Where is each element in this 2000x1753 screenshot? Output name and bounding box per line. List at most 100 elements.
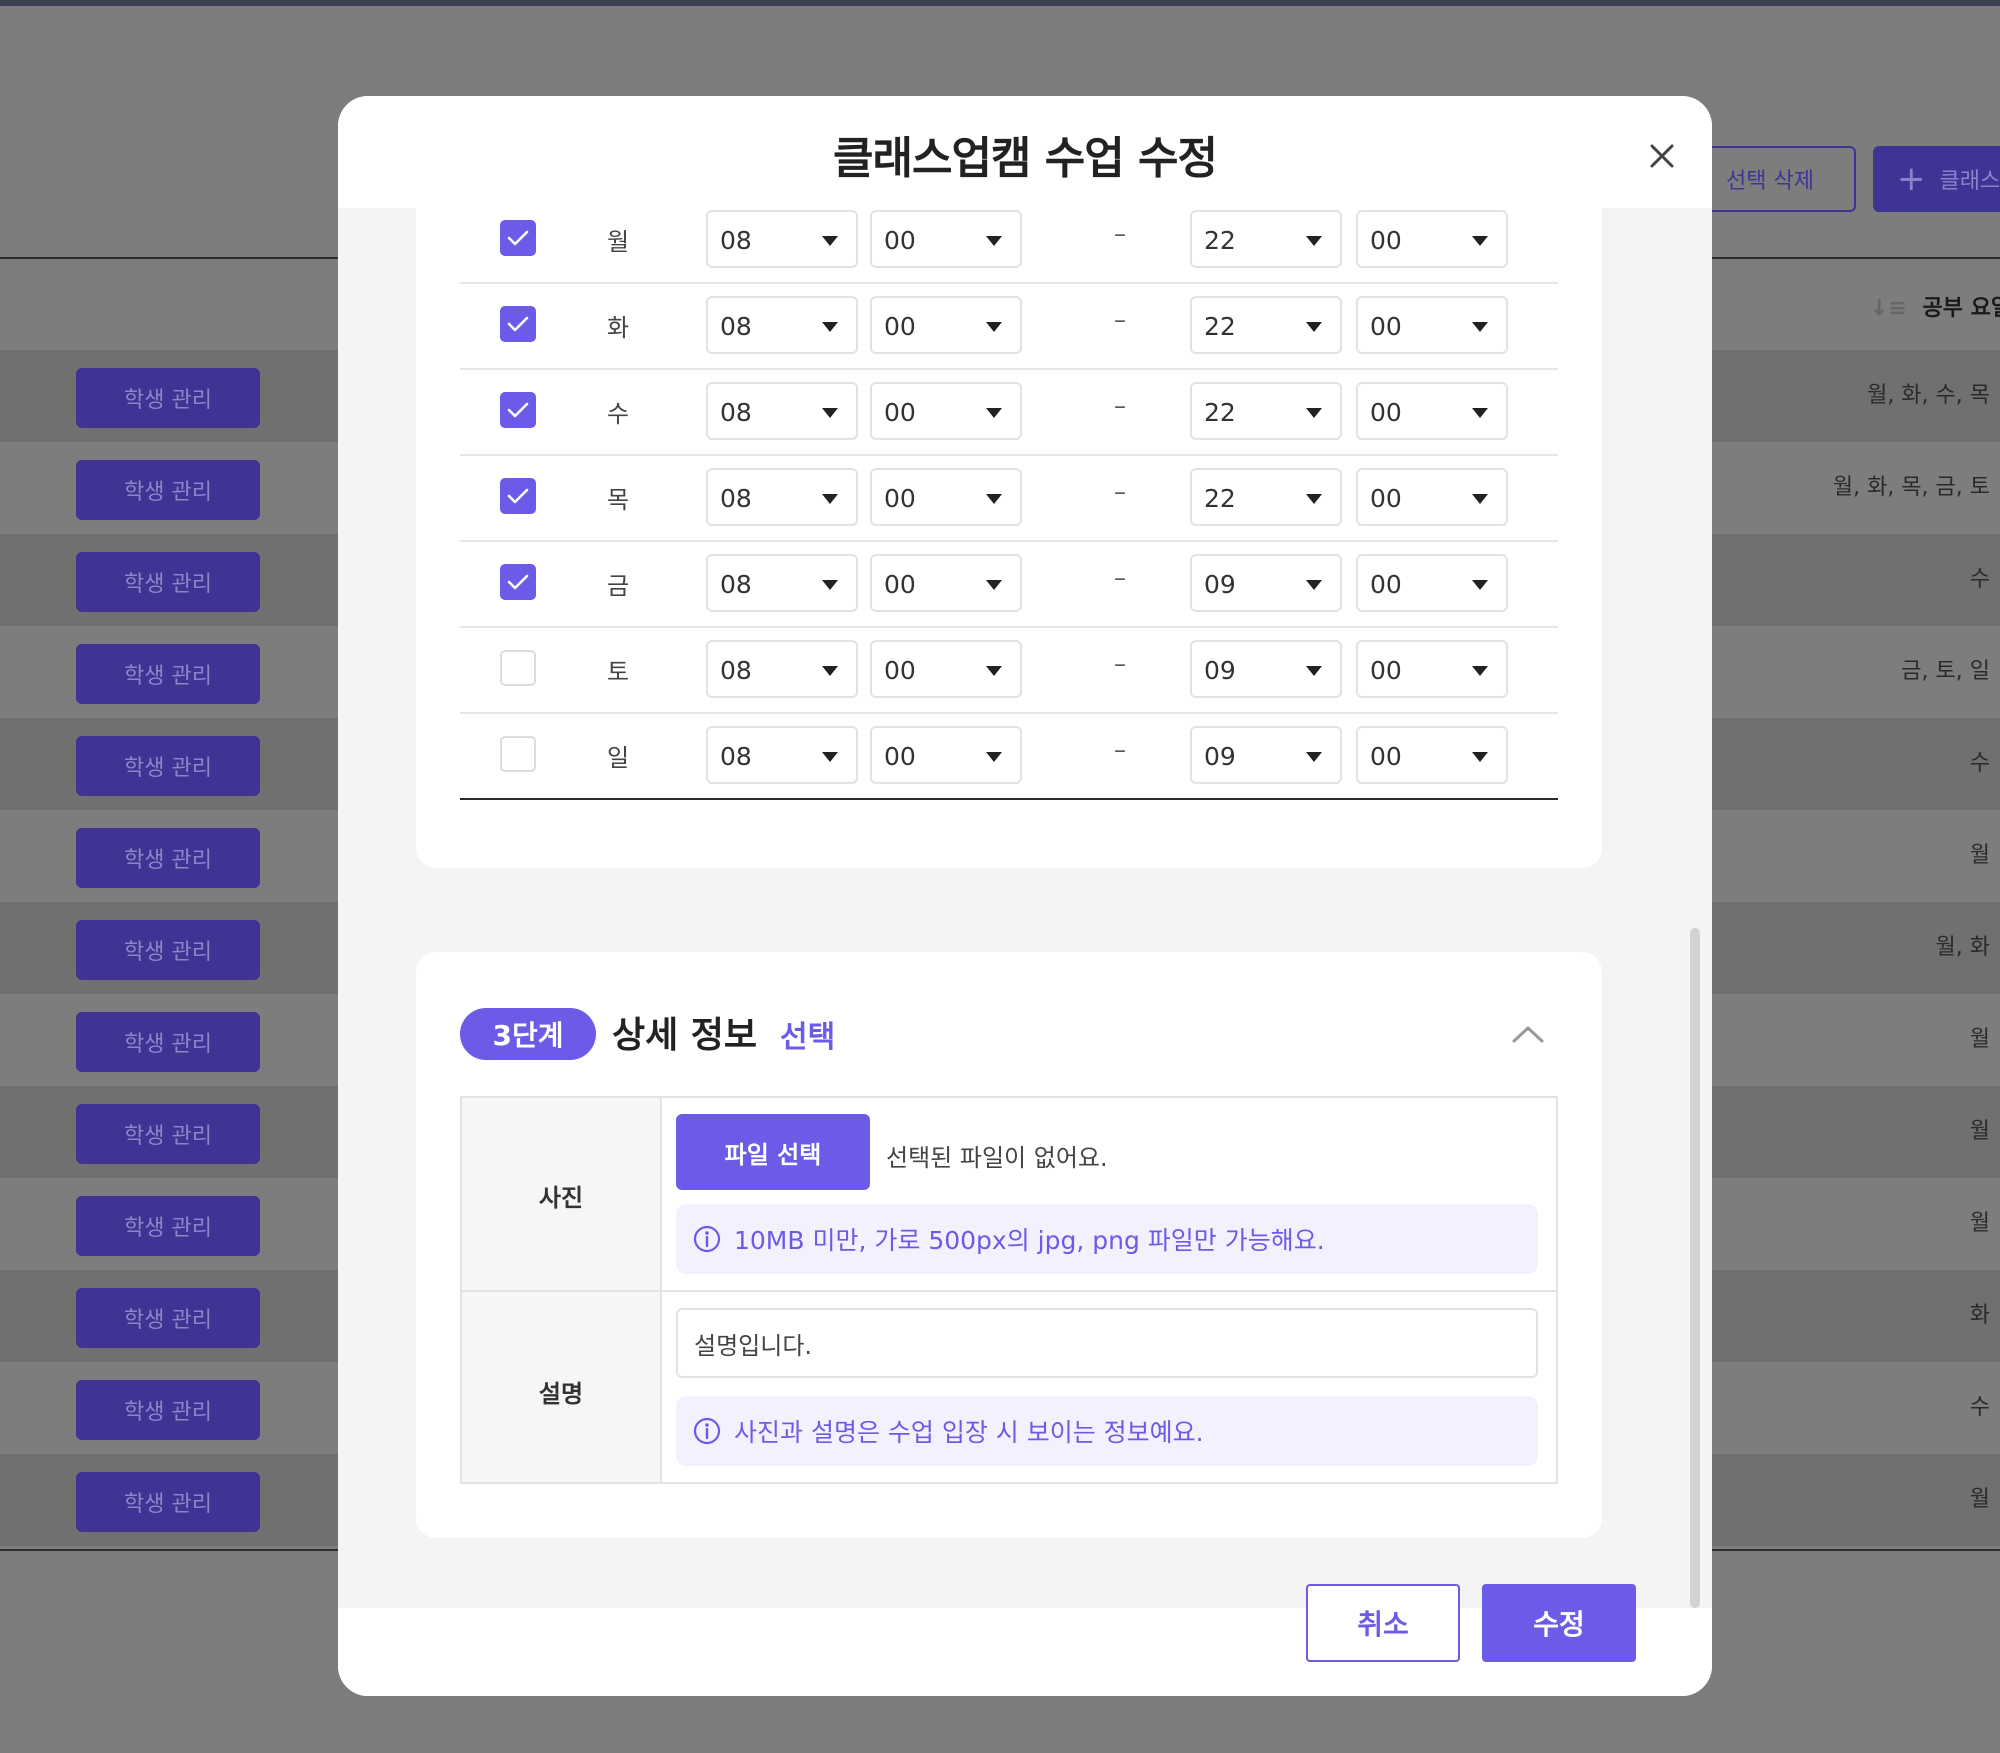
bg-sort-header[interactable]: ↓≡ 공부 요일: [1870, 290, 2000, 322]
modal-title: 클래스업캠 수업 수정: [833, 133, 1218, 184]
bg-manage-students-button[interactable]: 학생 관리: [76, 460, 260, 520]
file-status-text: 선택된 파일이 없어요.: [886, 1144, 1108, 1172]
caret-down-icon: [822, 580, 838, 590]
bg-manage-students-button[interactable]: 학생 관리: [76, 644, 260, 704]
start-hour-select-value: 08: [720, 656, 752, 685]
description-input[interactable]: [676, 1308, 1538, 1378]
bg-add-class-button[interactable]: + 클래스: [1873, 146, 2000, 212]
caret-down-icon: [1472, 580, 1488, 590]
caret-down-icon: [986, 408, 1002, 418]
file-select-button[interactable]: 파일 선택: [676, 1114, 870, 1190]
schedule-row: 수 08 00 – 22 00: [460, 368, 1558, 456]
day-checkbox[interactable]: [500, 220, 536, 256]
start-minute-select[interactable]: 00: [870, 726, 1022, 784]
end-minute-select-value: 00: [1370, 398, 1402, 427]
end-minute-select[interactable]: 00: [1356, 640, 1508, 698]
bg-manage-students-button[interactable]: 학생 관리: [76, 1104, 260, 1164]
end-minute-select-value: 00: [1370, 656, 1402, 685]
day-checkbox[interactable]: [500, 306, 536, 342]
bg-manage-students-button[interactable]: 학생 관리: [76, 1288, 260, 1348]
start-hour-select[interactable]: 08: [706, 382, 858, 440]
modal-header: 클래스업캠 수업 수정: [338, 96, 1712, 208]
end-minute-select-value: 00: [1370, 226, 1402, 255]
row-separator: [462, 1290, 1556, 1292]
start-hour-select[interactable]: 08: [706, 210, 858, 268]
bg-sort-header-label: 공부 요일: [1922, 296, 2000, 321]
start-minute-select[interactable]: 00: [870, 296, 1022, 354]
end-hour-select[interactable]: 22: [1190, 296, 1342, 354]
end-hour-select-value: 09: [1204, 742, 1236, 771]
bg-manage-students-button[interactable]: 학생 관리: [76, 920, 260, 980]
bg-manage-students-button[interactable]: 학생 관리: [76, 736, 260, 796]
end-minute-select[interactable]: 00: [1356, 726, 1508, 784]
bg-study-days-cell: 월, 화: [1935, 935, 1990, 960]
end-hour-select[interactable]: 09: [1190, 726, 1342, 784]
caret-down-icon: [1306, 236, 1322, 246]
caret-down-icon: [1472, 752, 1488, 762]
check-icon: [507, 574, 529, 590]
start-minute-select-value: 00: [884, 226, 916, 255]
end-minute-select[interactable]: 00: [1356, 382, 1508, 440]
end-hour-select[interactable]: 22: [1190, 468, 1342, 526]
cancel-button[interactable]: 취소: [1306, 1584, 1460, 1662]
day-checkbox[interactable]: [500, 478, 536, 514]
bg-manage-students-button[interactable]: 학생 관리: [76, 552, 260, 612]
start-minute-select[interactable]: 00: [870, 468, 1022, 526]
start-minute-select[interactable]: 00: [870, 554, 1022, 612]
caret-down-icon: [822, 408, 838, 418]
bg-manage-students-button[interactable]: 학생 관리: [76, 828, 260, 888]
save-button[interactable]: 수정: [1482, 1584, 1636, 1662]
description-label: 설명: [538, 1380, 584, 1408]
bg-manage-students-button[interactable]: 학생 관리: [76, 368, 260, 428]
bg-study-days-cell: 월: [1969, 1487, 1990, 1512]
start-minute-select[interactable]: 00: [870, 382, 1022, 440]
time-range-separator: –: [1114, 306, 1126, 334]
bg-study-days-cell: 화: [1969, 1303, 1990, 1328]
end-minute-select[interactable]: 00: [1356, 210, 1508, 268]
bg-manage-students-button[interactable]: 학생 관리: [76, 1472, 260, 1532]
check-icon: [507, 402, 529, 418]
end-hour-select[interactable]: 09: [1190, 554, 1342, 612]
collapse-button[interactable]: [1506, 1012, 1550, 1056]
end-minute-select[interactable]: 00: [1356, 554, 1508, 612]
caret-down-icon: [986, 666, 1002, 676]
schedule-row: 일 08 00 – 09 00: [460, 712, 1558, 800]
day-label: 목: [606, 486, 630, 514]
schedule-row: 토 08 00 – 09 00: [460, 626, 1558, 714]
start-hour-select[interactable]: 08: [706, 554, 858, 612]
start-hour-select[interactable]: 08: [706, 640, 858, 698]
bg-manage-students-button[interactable]: 학생 관리: [76, 1196, 260, 1256]
start-hour-select[interactable]: 08: [706, 296, 858, 354]
bg-manage-students-button[interactable]: 학생 관리: [76, 1012, 260, 1072]
start-minute-select[interactable]: 00: [870, 640, 1022, 698]
bg-manage-students-button[interactable]: 학생 관리: [76, 1380, 260, 1440]
close-button[interactable]: [1638, 132, 1686, 180]
caret-down-icon: [1472, 408, 1488, 418]
schedule-row: 금 08 00 – 09 00: [460, 540, 1558, 628]
day-label: 토: [606, 658, 630, 686]
caret-down-icon: [822, 666, 838, 676]
end-minute-select[interactable]: 00: [1356, 296, 1508, 354]
start-minute-select[interactable]: 00: [870, 210, 1022, 268]
bg-delete-selected-button[interactable]: 선택 삭제: [1700, 146, 1856, 212]
end-hour-select[interactable]: 09: [1190, 640, 1342, 698]
day-checkbox[interactable]: [500, 564, 536, 600]
end-minute-select[interactable]: 00: [1356, 468, 1508, 526]
end-hour-select-value: 22: [1204, 226, 1236, 255]
bg-study-days-cell: 수: [1969, 751, 1990, 776]
start-hour-select-value: 08: [720, 570, 752, 599]
bg-delete-selected-label: 선택 삭제: [1726, 169, 1814, 194]
step-badge: 3단계: [460, 1008, 596, 1060]
day-checkbox[interactable]: [500, 650, 536, 686]
end-hour-select[interactable]: 22: [1190, 210, 1342, 268]
day-checkbox[interactable]: [500, 392, 536, 428]
day-label: 수: [606, 400, 630, 428]
schedule-row: 목 08 00 – 22 00: [460, 454, 1558, 542]
end-hour-select[interactable]: 22: [1190, 382, 1342, 440]
info-icon: [693, 1225, 721, 1253]
start-hour-select[interactable]: 08: [706, 726, 858, 784]
modal-scrollbar[interactable]: [1690, 928, 1700, 1608]
start-hour-select[interactable]: 08: [706, 468, 858, 526]
day-checkbox[interactable]: [500, 736, 536, 772]
end-minute-select-value: 00: [1370, 570, 1402, 599]
